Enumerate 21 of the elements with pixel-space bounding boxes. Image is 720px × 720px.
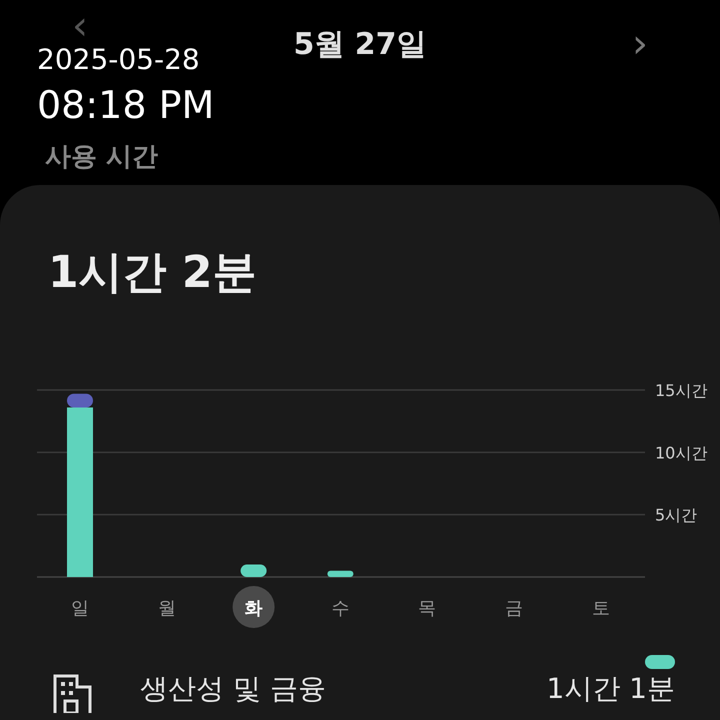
day-label[interactable]: 화 — [244, 598, 263, 619]
category-duration: 1시간 1분 — [546, 675, 675, 703]
next-button[interactable]: › — [632, 24, 648, 64]
day-label[interactable]: 월 — [158, 598, 176, 619]
total-time: 1시간 2분 — [48, 246, 257, 300]
date-title: 5월 27일 — [293, 26, 427, 64]
timestamp-date: 2025-05-28 — [37, 46, 201, 74]
selected-day-circle — [232, 586, 275, 628]
day-label[interactable]: 금 — [505, 598, 523, 619]
bar — [327, 570, 354, 577]
day-label[interactable]: 목 — [418, 598, 436, 619]
axis-label: 5시간 — [655, 506, 698, 525]
bar — [240, 564, 267, 577]
category-name: 생산성 및 금융 — [140, 675, 326, 703]
axis-label: 15시간 — [655, 381, 708, 400]
axis-label: 10시간 — [655, 443, 708, 462]
day-label[interactable]: 일 — [71, 598, 89, 619]
section-label: 사용 시간 — [45, 141, 158, 174]
timestamp-time: 08:18 PM — [37, 86, 214, 124]
day-label[interactable]: 수 — [331, 598, 350, 619]
day-label[interactable]: 토 — [592, 598, 610, 619]
